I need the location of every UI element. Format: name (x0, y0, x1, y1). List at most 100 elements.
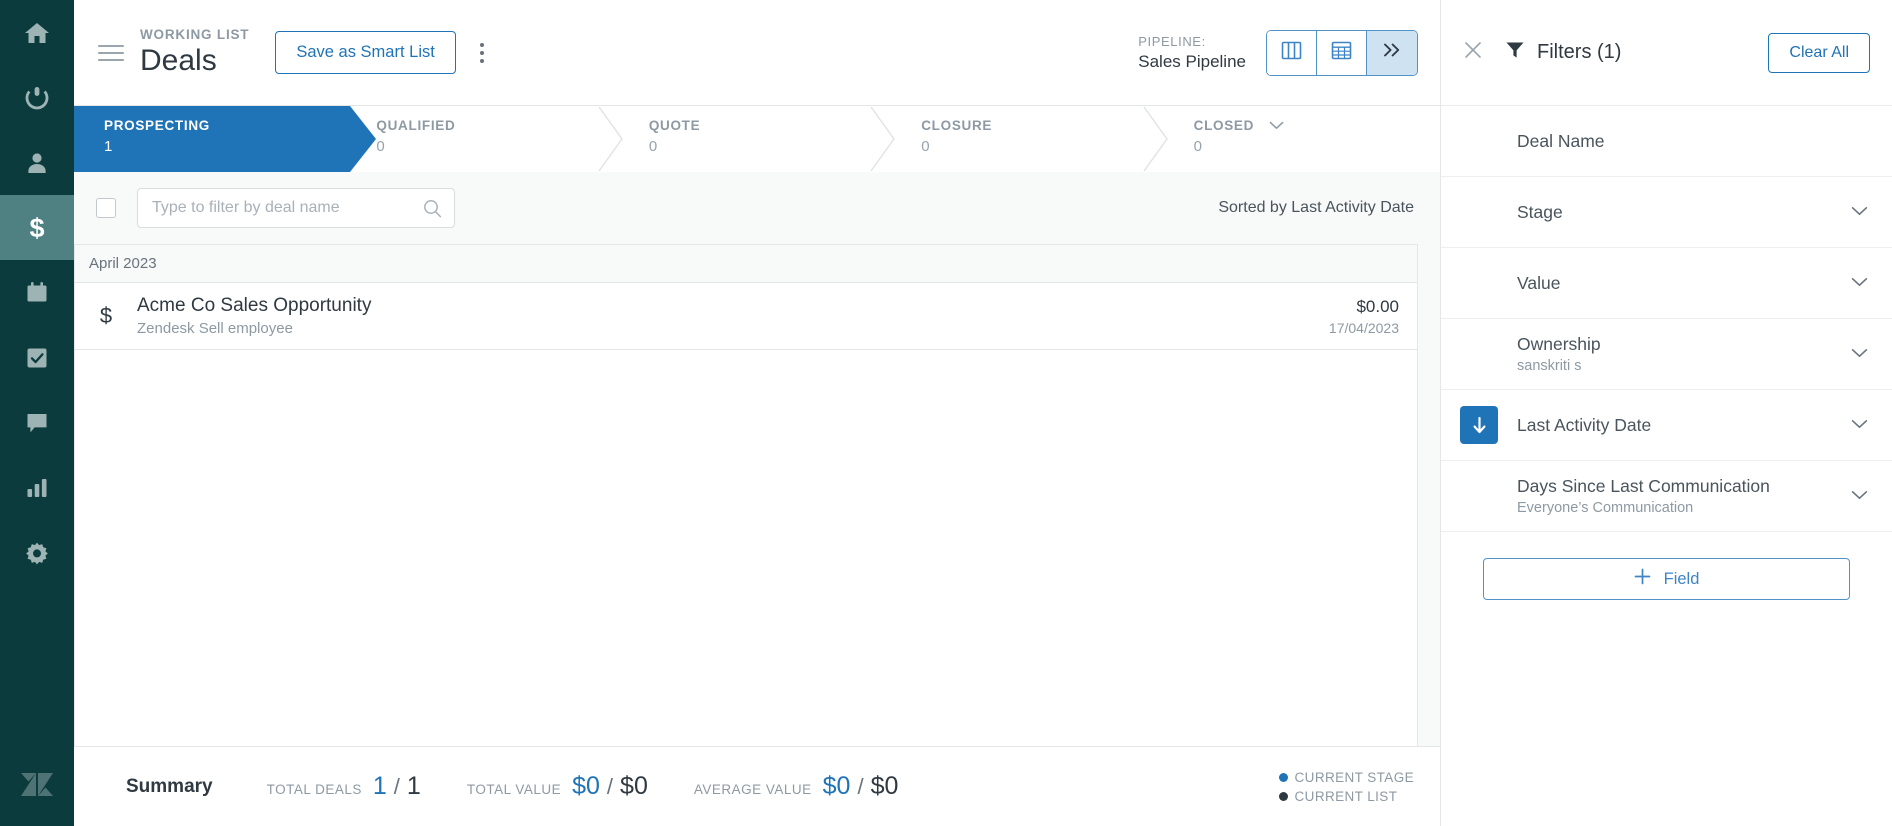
view-toggle-group (1266, 29, 1418, 76)
double-chevron-right-icon (1382, 41, 1402, 64)
add-field-button[interactable]: Field (1483, 558, 1850, 600)
metric-primary: 1 (372, 772, 387, 800)
metric-separator: / (857, 774, 864, 799)
working-list-eyebrow: WORKING LIST (140, 27, 250, 42)
filter-label: Ownership (1517, 334, 1601, 354)
app-root: $ WORKING LIST Deals Save as Smart List … (0, 0, 1892, 826)
stage-count: 0 (1193, 138, 1202, 156)
add-field-label: Field (1663, 569, 1700, 588)
select-all-checkbox[interactable] (96, 198, 116, 218)
kebab-menu-icon[interactable] (474, 37, 490, 69)
filter-row-value[interactable]: Value (1441, 248, 1892, 319)
stage-tab-closure[interactable]: CLOSURE 0 (895, 106, 1168, 172)
filter-row-body: Stage (1517, 200, 1841, 224)
settings-gear-icon (25, 541, 49, 565)
sidebar-item-communication[interactable] (0, 390, 74, 455)
filter-row-body: Ownership sanskriti s (1517, 332, 1841, 376)
left-navigation-sidebar: $ (0, 0, 74, 826)
summary-bar: Summary TOTAL DEALS 1 / 1 TOTAL VALUE $0… (74, 746, 1440, 826)
calendar-icon (25, 281, 49, 305)
filter-row-body: Last Activity Date (1517, 413, 1841, 437)
chevron-down-icon[interactable] (1269, 116, 1284, 136)
chevron-down-icon[interactable] (1851, 416, 1868, 434)
add-field-section: Field (1441, 532, 1892, 600)
chevron-down-icon[interactable] (1851, 487, 1868, 505)
stage-name: QUALIFIED (376, 118, 456, 133)
save-as-smart-list-button[interactable]: Save as Smart List (275, 31, 456, 74)
table-row[interactable]: $ Acme Co Sales Opportunity Zendesk Sell… (75, 283, 1417, 350)
stage-tab-prospecting[interactable]: PROSPECTING 1 (74, 106, 377, 172)
deal-list-card: April 2023 $ Acme Co Sales Opportunity Z… (74, 244, 1418, 746)
filter-row-days-since-last-communication[interactable]: Days Since Last Communication Everyone’s… (1441, 461, 1892, 532)
filter-label: Stage (1517, 202, 1563, 222)
table-view-button[interactable] (1317, 30, 1367, 75)
stage-name: CLOSURE (921, 118, 993, 133)
sidebar-item-settings[interactable] (0, 520, 74, 585)
reports-bar-chart-icon (25, 477, 49, 499)
search-input[interactable] (138, 199, 454, 217)
prospecting-target-icon (24, 85, 50, 111)
grid-table-icon (1331, 40, 1352, 66)
contacts-person-icon (25, 151, 49, 175)
sidebar-item-reports[interactable] (0, 455, 74, 520)
expanded-view-button[interactable] (1367, 30, 1417, 75)
metric-primary: $0 (822, 772, 851, 800)
deal-search-box[interactable] (137, 188, 455, 228)
sort-descending-arrow-icon[interactable] (1460, 406, 1498, 444)
stage-name: CLOSED (1193, 118, 1255, 133)
sidebar-item-prospecting[interactable] (0, 65, 74, 130)
chevron-down-icon[interactable] (1851, 345, 1868, 363)
filter-row-last-activity-date[interactable]: Last Activity Date (1441, 390, 1892, 461)
pipeline-stage-bar: PROSPECTING 1 QUALIFIED 0 QUOTE 0 CLOSUR… (74, 106, 1441, 172)
toolbar-right-group: PIPELINE: Sales Pipeline (1138, 29, 1418, 76)
filter-row-ownership[interactable]: Ownership sanskriti s (1441, 319, 1892, 390)
stage-name: PROSPECTING (104, 118, 210, 133)
search-icon (423, 199, 442, 223)
metric-secondary: $0 (870, 772, 899, 800)
filter-label: Last Activity Date (1517, 415, 1652, 435)
home-icon (24, 21, 50, 45)
clear-all-button[interactable]: Clear All (1768, 32, 1870, 73)
deal-date: 17/04/2023 (1328, 319, 1399, 336)
chevron-down-icon[interactable] (1851, 274, 1868, 292)
sidebar-item-deals[interactable]: $ (0, 195, 74, 260)
hamburger-menu-icon[interactable] (98, 44, 124, 61)
filter-row-body: Deal Name (1517, 129, 1868, 153)
communication-chat-icon (25, 411, 49, 435)
metric-label: AVERAGE VALUE (693, 782, 812, 797)
deal-title: Acme Co Sales Opportunity (137, 295, 372, 316)
filter-label: Deal Name (1517, 131, 1605, 151)
stage-tab-quote[interactable]: QUOTE 0 (622, 106, 896, 172)
list-group-header: April 2023 (75, 245, 1417, 283)
columns-icon (1281, 40, 1302, 66)
close-icon[interactable] (1463, 40, 1489, 65)
kanban-view-button[interactable] (1267, 30, 1317, 75)
legend-dot-blue (1278, 772, 1288, 782)
deal-subtitle: Zendesk Sell employee (137, 320, 293, 337)
sidebar-item-home[interactable] (0, 0, 74, 65)
pipeline-value: Sales Pipeline (1138, 51, 1246, 71)
sidebar-item-contacts[interactable] (0, 130, 74, 195)
page-title-block: WORKING LIST Deals (140, 26, 249, 79)
stage-name-row: CLOSED (1194, 116, 1440, 136)
stage-tab-qualified[interactable]: QUALIFIED 0 (350, 106, 623, 172)
metric-secondary: $0 (620, 772, 648, 800)
filter-row-stage[interactable]: Stage (1441, 177, 1892, 248)
filter-row-body: Days Since Last Communication Everyone’s… (1517, 474, 1841, 518)
filter-funnel-icon (1505, 40, 1525, 65)
filters-panel-title: Filters (1) (1537, 41, 1622, 63)
filter-sublabel: sanskriti s (1517, 358, 1582, 374)
stage-count: 0 (376, 138, 385, 155)
sidebar-item-calendar[interactable] (0, 260, 74, 325)
sorted-by-label[interactable]: Sorted by Last Activity Date (1218, 199, 1414, 217)
filter-label: Days Since Last Communication (1517, 476, 1770, 496)
stage-count: 1 (104, 138, 113, 155)
summary-metric-average-value: AVERAGE VALUE $0 / $0 (694, 772, 899, 801)
sidebar-item-tasks[interactable] (0, 325, 74, 390)
pipeline-selector[interactable]: PIPELINE: Sales Pipeline (1138, 33, 1246, 73)
stage-tab-closed[interactable]: CLOSED 0 (1167, 106, 1441, 172)
filter-row-deal-name[interactable]: Deal Name (1441, 106, 1892, 177)
chevron-down-icon[interactable] (1851, 203, 1868, 221)
deal-value: $0.00 (1356, 296, 1399, 316)
filters-panel-header: Filters (1) Clear All (1441, 0, 1892, 106)
